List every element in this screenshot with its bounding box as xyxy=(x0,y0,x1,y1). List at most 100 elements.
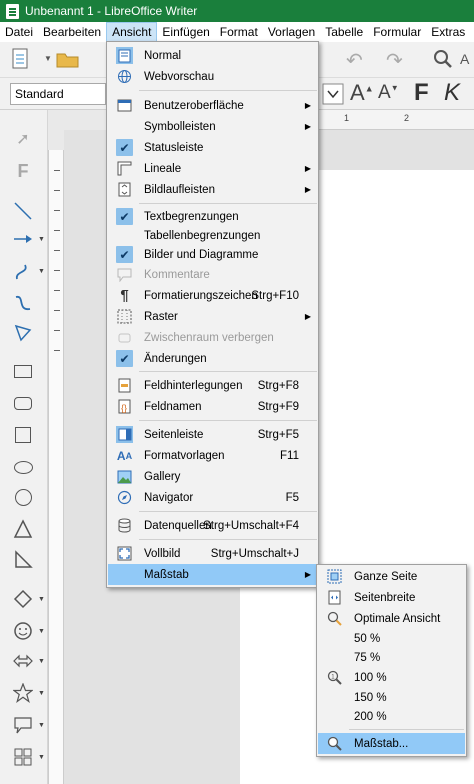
basic-shapes-dropdown-icon[interactable]: ▼ xyxy=(38,596,45,603)
menu-item-massstab-dialog[interactable]: Maßstab... xyxy=(318,733,465,754)
menu-item-feldhinterlegungen[interactable]: Feldhinterlegungen Strg+F8 xyxy=(108,375,317,396)
basic-shapes-icon[interactable]: ▼ xyxy=(12,588,45,610)
curve-icon[interactable]: ▼ xyxy=(12,260,45,282)
menu-item-symbolleisten[interactable]: Symbolleisten ▶ xyxy=(108,116,317,137)
menu-item-50-prozent[interactable]: 50 % xyxy=(318,628,465,649)
menu-item-gallery[interactable]: Gallery xyxy=(108,466,317,487)
menu-einfuegen[interactable]: Einfügen xyxy=(157,22,214,42)
fontwork-icon[interactable]: F xyxy=(12,160,34,182)
menu-item-optimale-ansicht[interactable]: Optimale Ansicht xyxy=(318,608,465,629)
bold-icon[interactable]: F xyxy=(414,79,429,107)
italic-icon[interactable]: K xyxy=(444,79,460,107)
menu-item-massstab[interactable]: Maßstab ▶ xyxy=(108,564,317,585)
ellipse-icon[interactable] xyxy=(12,456,34,478)
select-pointer-icon[interactable]: ➚ xyxy=(12,128,34,150)
drawing-toolbar: ➚ F ▼ ▼ ▼ ▼ ▼ ▼ ▼ ▼ xyxy=(0,110,48,784)
rounded-rectangle-icon[interactable] xyxy=(12,392,34,414)
menu-format[interactable]: Format xyxy=(215,22,263,42)
sidebar-icon xyxy=(116,426,133,443)
square-icon[interactable] xyxy=(12,424,34,446)
menu-vorlagen[interactable]: Vorlagen xyxy=(263,22,320,42)
submenu-arrow-icon: ▶ xyxy=(304,185,311,194)
menu-item-textbegrenzungen[interactable]: ✔ Textbegrenzungen xyxy=(108,206,317,227)
check-icon: ✔ xyxy=(116,350,133,367)
redo-icon[interactable]: ↷ xyxy=(386,48,403,73)
submenu-arrow-icon: ▶ xyxy=(304,164,311,173)
rectangle-icon[interactable] xyxy=(12,360,34,382)
menu-item-formatvorlagen[interactable]: AA Formatvorlagen F11 xyxy=(108,445,317,466)
menu-item-200-prozent[interactable]: 200 % xyxy=(318,706,465,727)
menu-item-vollbild[interactable]: Vollbild Strg+Umschalt+J xyxy=(108,543,317,564)
menu-extras[interactable]: Extras xyxy=(426,22,470,42)
grow-font-icon[interactable]: A▲ xyxy=(350,80,374,106)
open-folder-icon[interactable] xyxy=(56,50,80,74)
menu-fenster[interactable]: F xyxy=(470,22,474,42)
block-arrows-icon[interactable]: ▼ xyxy=(12,650,45,672)
paragraph-style-combo[interactable]: Standard xyxy=(10,83,106,105)
block-arrows-dropdown-icon[interactable]: ▼ xyxy=(38,658,45,665)
menu-tabelle[interactable]: Tabelle xyxy=(320,22,368,42)
comment-icon xyxy=(116,266,133,283)
menu-item-formatierungszeichen[interactable]: ¶ Formatierungszeichen Strg+F10 xyxy=(108,285,317,306)
vertical-ruler[interactable] xyxy=(48,150,64,784)
menu-item-150-prozent[interactable]: 150 % xyxy=(318,687,465,708)
menu-ansicht[interactable]: Ansicht xyxy=(106,22,158,42)
arrow-line-icon[interactable]: ▼ xyxy=(12,228,45,250)
smiley-icon[interactable]: ▼ xyxy=(12,620,45,642)
font-size-dropdown-icon[interactable] xyxy=(322,83,344,111)
page-width-icon xyxy=(326,589,343,606)
callouts-dropdown-icon[interactable]: ▼ xyxy=(38,722,45,729)
optimal-zoom-icon xyxy=(326,610,343,627)
menu-formular[interactable]: Formular xyxy=(368,22,426,42)
menu-item-seitenbreite[interactable]: Seitenbreite xyxy=(318,587,465,608)
find-replace-icon[interactable] xyxy=(432,48,454,76)
undo-icon[interactable]: ↶ xyxy=(346,48,363,73)
polygon-icon[interactable] xyxy=(12,322,34,344)
menu-item-zwischenraum-verbergen: Zwischenraum verbergen xyxy=(108,327,317,348)
menu-datei[interactable]: Datei xyxy=(0,22,38,42)
menu-item-lineale[interactable]: Lineale ▶ xyxy=(108,158,317,179)
menu-item-75-prozent[interactable]: 75 % xyxy=(318,647,465,668)
menu-item-webvorschau[interactable]: Webvorschau xyxy=(108,66,317,87)
menu-bar: Datei Bearbeiten Ansicht Einfügen Format… xyxy=(0,22,474,42)
shrink-font-icon[interactable]: A▼ xyxy=(378,82,399,104)
menu-item-normal[interactable]: Normal xyxy=(108,45,317,66)
menu-item-raster[interactable]: Raster ▶ xyxy=(108,306,317,327)
star-icon[interactable]: ▼ xyxy=(12,682,45,704)
menu-item-tabellenbegrenzungen[interactable]: Tabellenbegrenzungen xyxy=(108,225,317,246)
menu-item-bildlaufleisten[interactable]: Bildlaufleisten ▶ xyxy=(108,179,317,200)
ruler-label-2: 2 xyxy=(404,113,410,123)
menu-item-statusleiste[interactable]: ✔ Statusleiste xyxy=(108,137,317,158)
curve-dropdown-icon[interactable]: ▼ xyxy=(38,268,45,275)
new-dropdown-icon[interactable]: ▼ xyxy=(44,54,52,63)
zoom-dialog-icon xyxy=(326,735,343,752)
menu-item-benutzeroberflaeche[interactable]: Benutzeroberfläche ▶ xyxy=(108,95,317,116)
menu-item-datenquellen[interactable]: Datenquellen Strg+Umschalt+F4 xyxy=(108,515,317,536)
menu-item-navigator[interactable]: Navigator F5 xyxy=(108,487,317,508)
menu-item-feldnamen[interactable]: {} Feldnamen Strg+F9 xyxy=(108,396,317,417)
stars-dropdown-icon[interactable]: ▼ xyxy=(38,690,45,697)
freeform-icon[interactable] xyxy=(12,292,34,314)
scrollbar-icon xyxy=(116,181,133,198)
new-document-icon[interactable] xyxy=(12,48,30,76)
circle-icon[interactable] xyxy=(12,486,34,508)
menu-item-100-prozent[interactable]: 1 100 % xyxy=(318,667,465,688)
menu-item-aenderungen[interactable]: ✔ Änderungen xyxy=(108,348,317,369)
menu-item-seitenleiste[interactable]: Seitenleiste Strg+F5 xyxy=(108,424,317,445)
menu-item-bilder-und-diagramme[interactable]: ✔ Bilder und Diagramme xyxy=(108,244,317,265)
triangle-icon[interactable] xyxy=(12,518,34,540)
menu-item-ganze-seite[interactable]: Ganze Seite xyxy=(318,566,465,587)
whole-page-icon xyxy=(326,568,343,585)
symbol-shapes-dropdown-icon[interactable]: ▼ xyxy=(38,628,45,635)
title-bar: Unbenannt 1 - LibreOffice Writer xyxy=(0,0,474,22)
spellcheck-icon[interactable]: A xyxy=(460,48,474,76)
line-icon[interactable] xyxy=(12,200,34,222)
flowchart-dropdown-icon[interactable]: ▼ xyxy=(38,754,45,761)
flowchart-icon[interactable]: ▼ xyxy=(12,746,45,768)
arrow-dropdown-icon[interactable]: ▼ xyxy=(38,236,45,243)
menu-bearbeiten[interactable]: Bearbeiten xyxy=(38,22,106,42)
gallery-icon xyxy=(116,468,133,485)
right-triangle-icon[interactable] xyxy=(12,548,34,570)
styles-icon: AA xyxy=(116,448,133,463)
callout-icon[interactable]: ▼ xyxy=(12,714,45,736)
